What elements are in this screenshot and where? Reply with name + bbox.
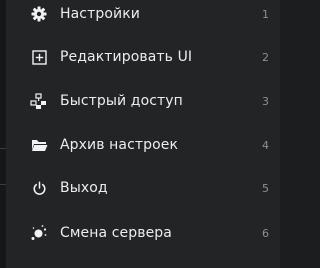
context-menu: Настройки 1 Редактировать UI 2 Быстрый д… bbox=[6, 0, 280, 268]
menu-item-label: Настройки bbox=[60, 6, 140, 22]
menu-item-label: Выход bbox=[60, 180, 108, 196]
menu-item-settings-archive[interactable]: Архив настроек 4 bbox=[6, 125, 280, 165]
hotkey-badge: 2 bbox=[262, 50, 269, 64]
hotkey-badge: 1 bbox=[262, 7, 269, 21]
hotkey-badge: 6 bbox=[262, 226, 269, 240]
menu-item-edit-ui[interactable]: Редактировать UI 2 bbox=[6, 37, 280, 77]
hotkey-badge: 5 bbox=[262, 181, 269, 195]
menu-item-exit[interactable]: Выход 5 bbox=[6, 168, 280, 208]
menu-item-label: Архив настроек bbox=[60, 137, 179, 153]
quick-access-icon bbox=[30, 92, 48, 110]
edit-ui-icon bbox=[30, 48, 48, 66]
menu-item-quick-access[interactable]: Быстрый доступ 3 bbox=[6, 81, 280, 121]
folder-icon bbox=[30, 136, 48, 154]
power-icon bbox=[30, 179, 48, 197]
gear-icon bbox=[30, 5, 48, 23]
menu-item-label: Быстрый доступ bbox=[60, 93, 183, 109]
server-switch-icon bbox=[30, 224, 48, 242]
menu-item-label: Редактировать UI bbox=[60, 49, 193, 65]
hotkey-badge: 3 bbox=[262, 94, 269, 108]
menu-item-label: Смена сервера bbox=[60, 225, 172, 241]
menu-item-change-server[interactable]: Смена сервера 6 bbox=[6, 213, 280, 253]
hotkey-badge: 4 bbox=[262, 138, 269, 152]
menu-item-settings[interactable]: Настройки 1 bbox=[6, 0, 280, 34]
